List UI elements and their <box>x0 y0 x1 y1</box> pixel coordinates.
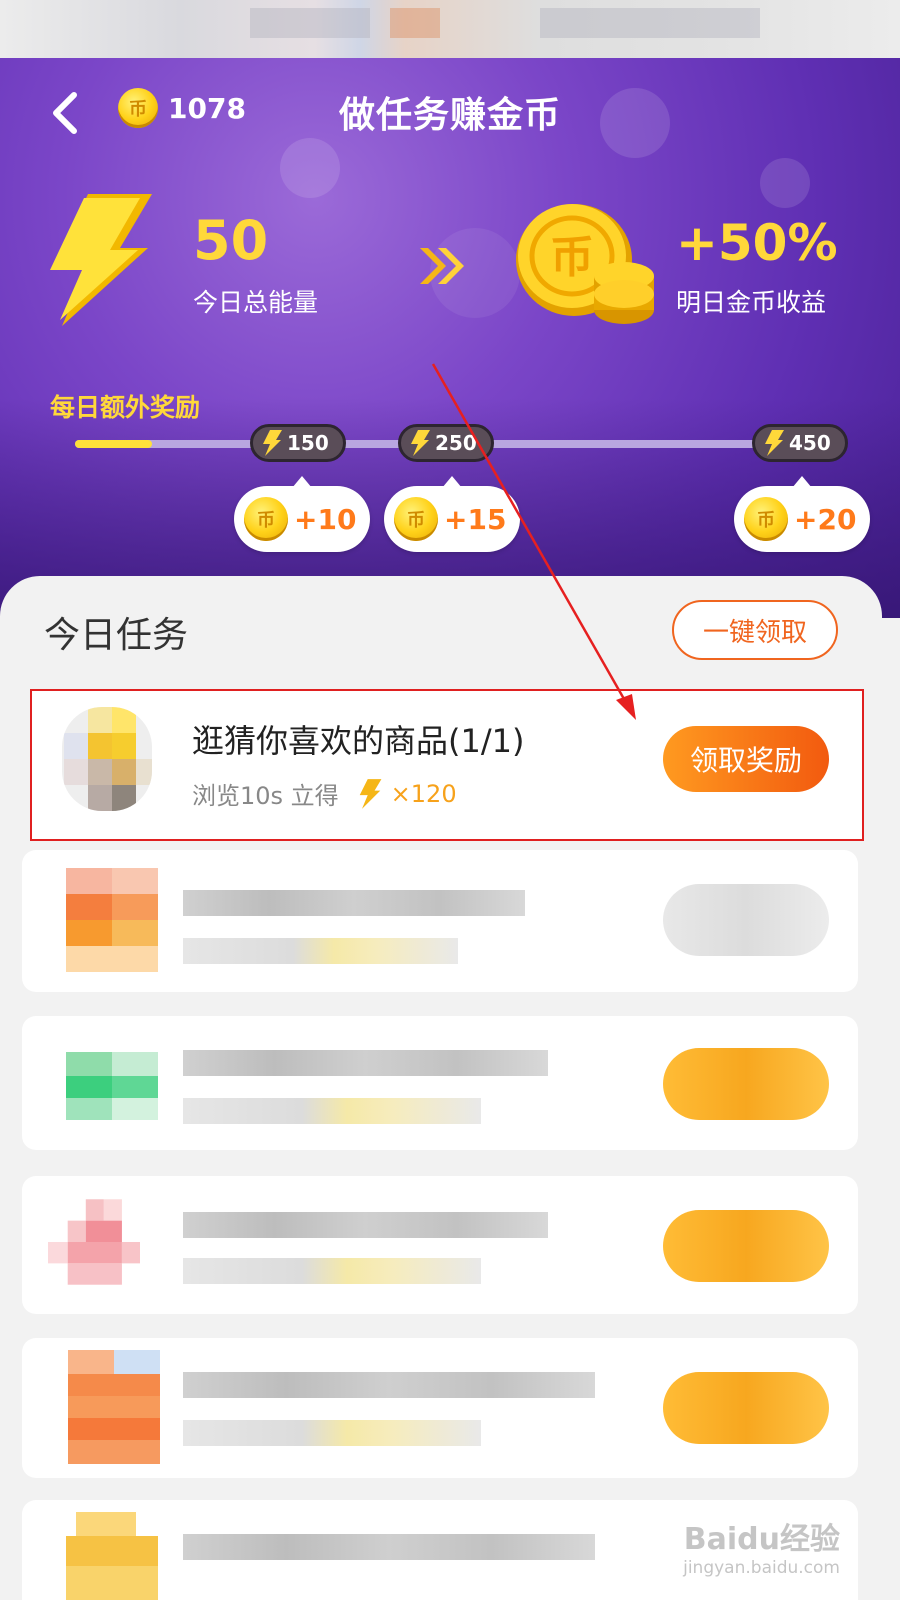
watermark-url: jingyan.baidu.com <box>683 1558 840 1578</box>
status-bar-block <box>250 8 370 38</box>
task-action-button[interactable] <box>663 1210 829 1282</box>
claim-reward-button[interactable]: 领取奖励 <box>663 726 829 792</box>
task-subtitle: 浏览10s 立得 ×120 <box>192 776 457 811</box>
blurred-text <box>183 1372 595 1398</box>
pixelated-thumbnail-icon <box>62 707 152 811</box>
total-energy-value: 50 <box>193 209 269 272</box>
task-action-button[interactable] <box>663 1048 829 1120</box>
coin-glyph: 币 <box>757 510 775 531</box>
blurred-text <box>183 1050 548 1076</box>
bokeh-light <box>280 138 340 198</box>
task-subtitle-text: 浏览10s 立得 <box>192 782 339 810</box>
double-chevron-right-icon <box>420 248 464 284</box>
watermark-brand: Baidu经验 <box>683 1522 840 1557</box>
coin-glyph: 币 <box>257 510 275 531</box>
milestone-reward-250[interactable]: 币 +15 <box>384 476 521 552</box>
milestone-reward-value: +20 <box>794 502 857 536</box>
milestone-450: 450 <box>752 424 848 462</box>
coin-icon: 币 <box>744 497 788 541</box>
milestone-250: 250 <box>398 424 494 462</box>
coin-icon: 币 <box>244 497 288 541</box>
milestone-reward-150[interactable]: 币 +10 <box>234 476 371 552</box>
bokeh-light <box>760 158 810 208</box>
blurred-text <box>183 1258 481 1284</box>
milestone-reward-value: +15 <box>444 502 507 536</box>
task-reward-multiplier: ×120 <box>390 779 457 808</box>
watermark: Baidu经验 jingyan.baidu.com <box>683 1514 840 1578</box>
milestone-energy: 250 <box>435 431 477 455</box>
coin-bonus-label: 明日金币收益 <box>676 288 827 317</box>
blurred-text <box>183 1212 548 1238</box>
bolt-icon <box>765 430 784 456</box>
pixelated-task-icon <box>66 868 158 972</box>
page-title: 做任务赚金币 <box>338 95 561 136</box>
pixelated-task-icon <box>66 1052 158 1120</box>
status-bar-block <box>390 8 440 38</box>
milestone-energy: 150 <box>287 431 329 455</box>
svg-text:币: 币 <box>550 232 594 283</box>
task-action-button[interactable] <box>663 884 829 956</box>
blurred-text <box>183 938 458 964</box>
status-bar <box>0 0 900 58</box>
task-action-button[interactable] <box>663 1372 829 1444</box>
claim-all-button[interactable]: 一键领取 <box>672 600 838 660</box>
bolt-icon <box>411 430 430 456</box>
pixelated-task-icon <box>68 1350 160 1464</box>
lightning-bolt-icon <box>50 194 152 326</box>
coin-icon: 币 <box>394 497 438 541</box>
blurred-text <box>183 1420 481 1446</box>
bolt-icon <box>263 430 282 456</box>
milestone-reward-value: +10 <box>294 502 357 536</box>
bolt-icon <box>359 778 382 809</box>
milestone-reward-450[interactable]: 币 +20 <box>734 476 871 552</box>
total-energy-label: 今日总能量 <box>193 288 319 317</box>
milestone-150: 150 <box>250 424 346 462</box>
gold-coins-icon: 币 <box>516 204 654 324</box>
blurred-text <box>183 1534 595 1560</box>
coin-glyph: 币 <box>407 510 425 531</box>
coin-bonus-value: +50% <box>676 214 838 272</box>
blurred-text <box>183 1098 481 1124</box>
daily-bonus-label: 每日额外奖励 <box>50 393 201 422</box>
status-bar-block <box>540 8 760 38</box>
energy-progress-fill <box>75 440 152 448</box>
milestone-energy: 450 <box>789 431 831 455</box>
task-section-title: 今日任务 <box>44 615 189 656</box>
pixelated-task-icon <box>66 1512 158 1600</box>
task-thumbnail <box>62 707 152 811</box>
task-title: 逛猜你喜欢的商品(1/1) <box>192 722 525 760</box>
pixelated-task-icon <box>48 1199 140 1285</box>
blurred-text <box>183 890 525 916</box>
